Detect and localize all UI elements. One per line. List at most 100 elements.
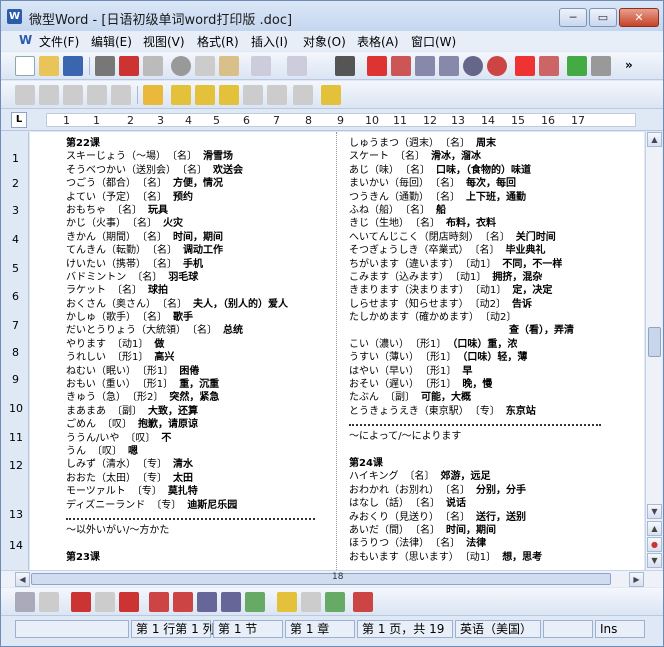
- find-icon[interactable]: [335, 56, 355, 76]
- outline-view-icon[interactable]: [439, 56, 459, 76]
- menu-object[interactable]: 对象(O): [303, 33, 346, 50]
- print-icon[interactable]: [95, 56, 115, 76]
- status-insert-mode[interactable]: Ins: [595, 620, 645, 638]
- menu-table[interactable]: 表格(A): [357, 33, 399, 50]
- previous-page-button[interactable]: ▲: [647, 521, 662, 536]
- pen-icon[interactable]: [243, 85, 263, 105]
- scroll-right-button[interactable]: ▶: [629, 572, 644, 587]
- menu-edit[interactable]: 编辑(E): [91, 33, 132, 50]
- menu-view[interactable]: 视图(V): [143, 33, 185, 50]
- vertical-scroll-thumb[interactable]: [648, 327, 661, 357]
- eraser-icon[interactable]: [267, 85, 287, 105]
- next-icon[interactable]: [301, 592, 321, 612]
- paste-icon[interactable]: [219, 56, 239, 76]
- link-previous-icon[interactable]: [325, 592, 345, 612]
- lines-icon[interactable]: [95, 592, 115, 612]
- document-column-right: しゅうまつ（週末） 〔名〕 周末 スケート 〔名〕 滑冰，溜冰 あじ（味） 〔名〕 口味，（食物…: [349, 137, 614, 564]
- zoom-icon[interactable]: [463, 56, 483, 76]
- spell-check-icon[interactable]: [567, 56, 587, 76]
- ruler-tick: 15: [511, 114, 525, 127]
- percent-icon[interactable]: [487, 56, 507, 76]
- switch-icon[interactable]: [245, 592, 265, 612]
- doc-menu-icon[interactable]: W: [19, 33, 32, 47]
- clipboard-icon[interactable]: [143, 85, 163, 105]
- close-button[interactable]: ✕: [619, 8, 659, 27]
- minimize-button[interactable]: ─: [559, 8, 587, 27]
- scroll-left-button[interactable]: ◀: [15, 572, 30, 587]
- highlight-icon[interactable]: [195, 85, 215, 105]
- object-format-icon[interactable]: [111, 85, 131, 105]
- vocab-kana: つうきん（通勤）: [349, 191, 429, 203]
- vocab-entry: きゅう（急） 〔形2〕 突然，紧急: [66, 391, 328, 404]
- open-folder-icon[interactable]: [39, 56, 59, 76]
- vruler-tick: 4: [12, 233, 19, 246]
- vocab-meaning: 滑冰，溜冰: [431, 151, 481, 163]
- list-icon[interactable]: [71, 592, 91, 612]
- text-box-icon[interactable]: [539, 56, 559, 76]
- document-page[interactable]: 第22课 スキーじょう（～場） 〔名〕 滑雪场 そうべつかい（送別会） 〔名〕 欢送会 つごう…: [30, 132, 644, 570]
- browse-object-button[interactable]: ●: [647, 537, 662, 552]
- note-list-icon[interactable]: [119, 592, 139, 612]
- close-header-icon[interactable]: [353, 592, 373, 612]
- vocab-meaning: 重，沉重: [179, 379, 220, 391]
- undo-icon[interactable]: [251, 56, 271, 76]
- print-preview-icon[interactable]: [143, 56, 163, 76]
- page-number-icon[interactable]: [149, 592, 169, 612]
- note-icon[interactable]: [321, 85, 341, 105]
- copy-icon[interactable]: [195, 56, 215, 76]
- object-edit-icon[interactable]: [39, 85, 59, 105]
- previous-icon[interactable]: [277, 592, 297, 612]
- menu-format[interactable]: 格式(R): [197, 33, 239, 50]
- vertical-scrollbar[interactable]: ▲ ▼ ▲ ● ▼: [645, 132, 662, 570]
- horizontal-scroll-thumb[interactable]: 18: [31, 572, 611, 585]
- maximize-button[interactable]: ▭: [589, 8, 617, 27]
- cut-icon[interactable]: [171, 56, 191, 76]
- vocab-pos: 〔名〕: [112, 285, 142, 297]
- tab-stop-selector[interactable]: L: [11, 112, 27, 128]
- chart-icon[interactable]: [591, 56, 611, 76]
- separator: [89, 57, 90, 75]
- object-select-icon[interactable]: [15, 85, 35, 105]
- magic-wand-icon[interactable]: [171, 85, 191, 105]
- vocab-meaning: 调动工作: [183, 245, 223, 257]
- date-icon[interactable]: [173, 592, 193, 612]
- vocab-kana: うすい（薄い）: [349, 352, 419, 364]
- scroll-down-button[interactable]: ▼: [647, 504, 662, 519]
- insert-table-icon[interactable]: [367, 56, 387, 76]
- menu-window[interactable]: 窗口(W): [411, 33, 456, 50]
- toolbar-overflow[interactable]: »: [625, 58, 633, 72]
- menu-file[interactable]: 文件(F): [39, 33, 79, 50]
- footer-icon[interactable]: [221, 592, 241, 612]
- vocab-kana: スキーじょう（～場）: [66, 151, 166, 163]
- ruler-tick: 9: [337, 114, 344, 127]
- horizontal-scrollbar[interactable]: ◀ 18 ▶: [1, 570, 663, 587]
- vocab-pos: 〔形1〕: [425, 352, 457, 364]
- ruler-tick: 13: [451, 114, 465, 127]
- save-icon[interactable]: [63, 56, 83, 76]
- page-view-icon[interactable]: [415, 56, 435, 76]
- vocab-entry: やります 〔动1〕做: [66, 338, 328, 351]
- object-copy-icon[interactable]: [63, 85, 83, 105]
- font-icon[interactable]: [515, 56, 535, 76]
- vocab-kana: かじ（火事）: [66, 218, 126, 230]
- document-icon[interactable]: [39, 592, 59, 612]
- scissors-icon[interactable]: [15, 592, 35, 612]
- object-paste-icon[interactable]: [87, 85, 107, 105]
- vocab-entry: モーツァルト 〔专〕 莫扎特: [66, 485, 328, 498]
- menu-insert[interactable]: 插入(I): [251, 33, 288, 50]
- marker-icon[interactable]: [219, 85, 239, 105]
- new-document-icon[interactable]: [15, 56, 35, 76]
- vruler-tick: 10: [9, 402, 23, 415]
- ruler-scale[interactable]: 1 1 2 3 4 5 6 7 8 9 10 11 12 13 14 15 16…: [46, 113, 636, 127]
- pdf-export-icon[interactable]: [119, 56, 139, 76]
- vocab-meaning: 方便，情况: [173, 178, 223, 190]
- redo-icon[interactable]: [287, 56, 307, 76]
- scroll-up-button[interactable]: ▲: [647, 132, 662, 147]
- vocab-pos: 〔动1〕: [464, 551, 497, 563]
- table-tools-icon[interactable]: [391, 56, 411, 76]
- vocab-pos: 〔名〕: [142, 191, 167, 203]
- next-page-button[interactable]: ▼: [647, 553, 662, 568]
- header-icon[interactable]: [197, 592, 217, 612]
- link-icon[interactable]: [293, 85, 313, 105]
- vocab-entry: まあまあ 〔副〕 大致，还算: [66, 405, 328, 418]
